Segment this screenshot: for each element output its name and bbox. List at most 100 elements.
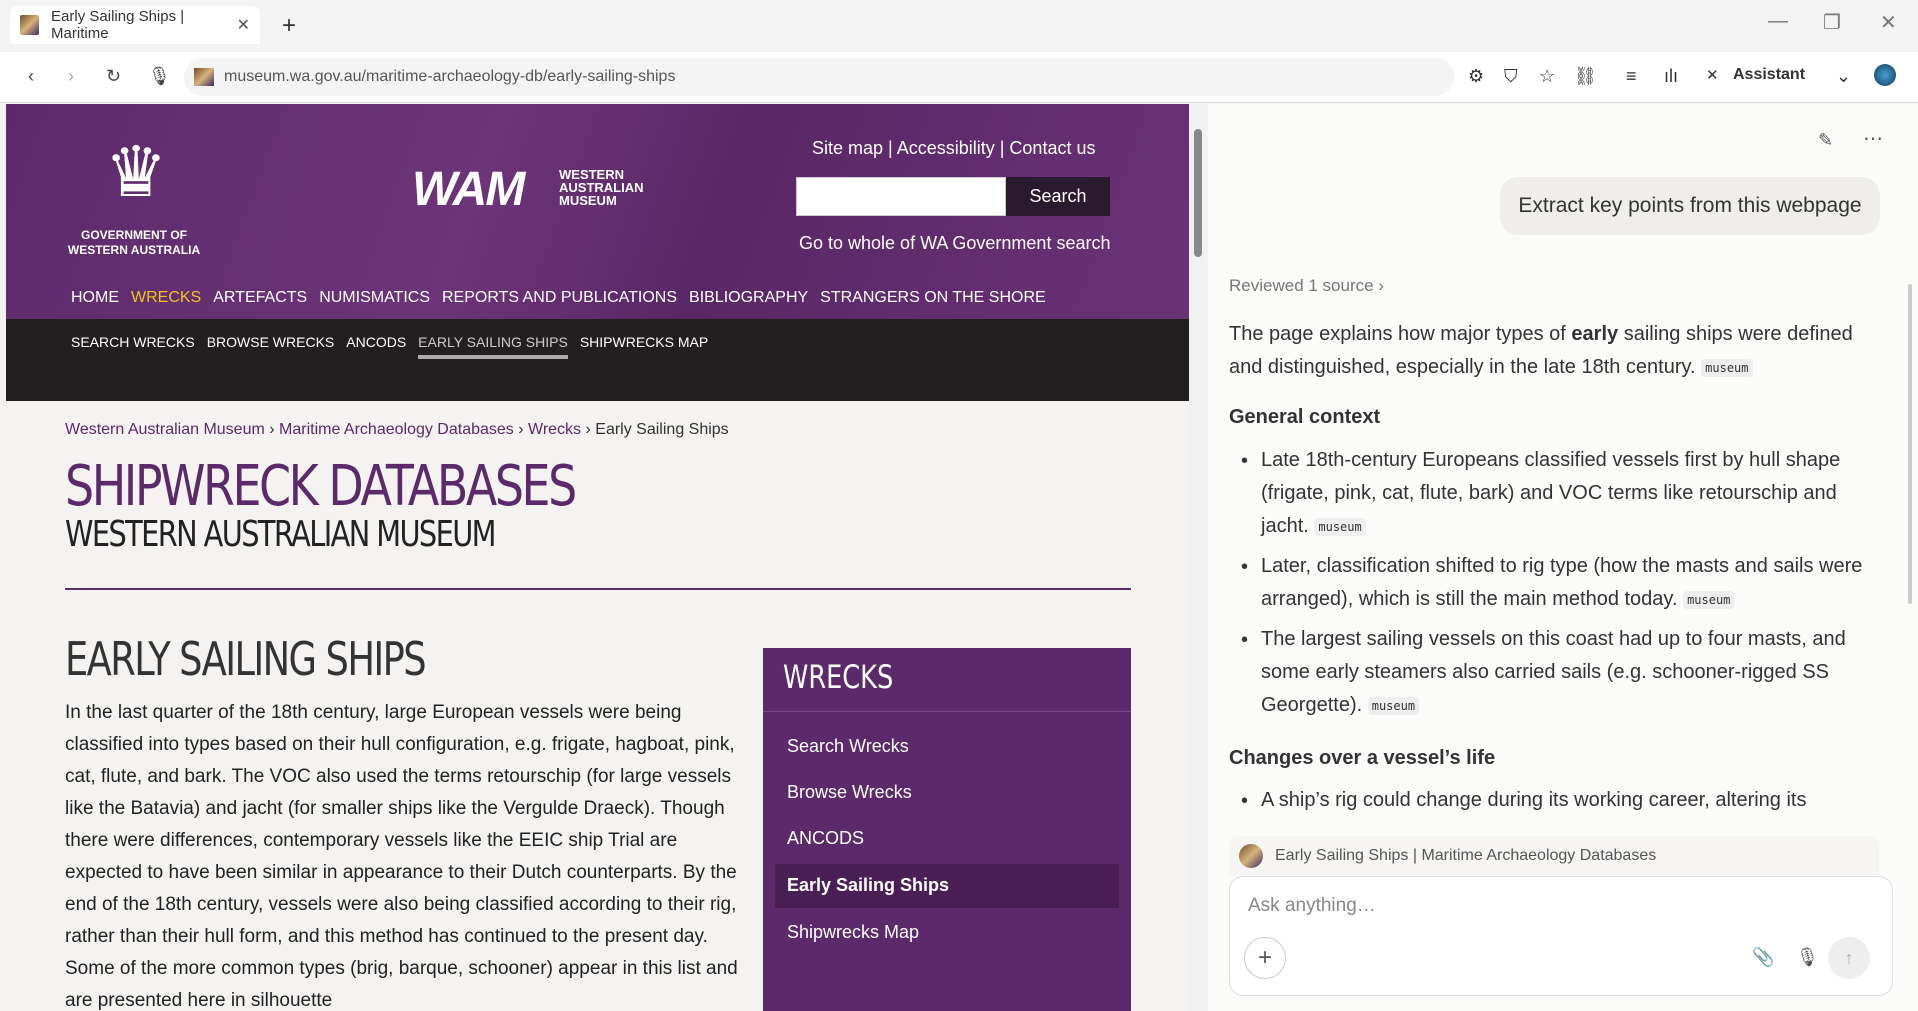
bullet-3-text: The largest sailing vessels on this coas… — [1261, 628, 1846, 716]
breadcrumb-sep: › — [513, 421, 529, 438]
bullet-4: A ship’s rig could change during its wor… — [1261, 789, 1807, 811]
section-changes: Changes over a vessel’s life — [1229, 747, 1496, 769]
citation-pill[interactable]: museum — [1367, 696, 1420, 715]
page-scrollbar[interactable] — [1189, 104, 1207, 1011]
bullet-2-text: Later, classification shifted to rig typ… — [1261, 555, 1863, 610]
sidebar-item-browse-wrecks[interactable]: Browse Wrecks — [787, 782, 912, 803]
bullet-dot: • — [1241, 629, 1249, 651]
site-search-button[interactable]: Search — [1006, 177, 1110, 216]
intro-paragraph: In the last quarter of the 18th century,… — [65, 702, 738, 1011]
sidebar-item-early-sailing-ships[interactable]: Early Sailing Ships — [787, 875, 949, 896]
active-tab[interactable]: Early Sailing Ships | Maritime ✕ — [10, 6, 260, 44]
chevron-down-icon[interactable]: ⌄ — [1836, 66, 1851, 87]
forward-icon[interactable]: › — [68, 66, 74, 87]
government-label: GOVERNMENT OF WESTERN AUSTRALIA — [67, 228, 201, 257]
nav-strangers[interactable]: STRANGERS ON THE SHORE — [820, 289, 1046, 307]
bullet-dot: • — [1241, 790, 1249, 812]
audio-wave-icon[interactable]: ılı — [1664, 66, 1678, 87]
gov-search-link[interactable]: Go to whole of WA Government search — [799, 233, 1110, 254]
scrollbar-thumb[interactable] — [1194, 129, 1202, 257]
utility-links[interactable]: Site map | Accessibility | Contact us — [812, 138, 1095, 159]
bullet-dot: • — [1241, 556, 1249, 578]
subnav-shipwrecks-map[interactable]: SHIPWRECKS MAP — [580, 334, 708, 359]
add-attachment-icon[interactable]: + — [1244, 937, 1286, 979]
webpage: ♛ GOVERNMENT OF WESTERN AUSTRALIA WAM WE… — [6, 104, 1189, 1011]
restore-icon[interactable]: ❐ — [1823, 10, 1841, 35]
more-options-icon[interactable]: ⋯ — [1863, 126, 1883, 151]
send-arrow-icon[interactable]: ↑ — [1828, 937, 1870, 979]
breadcrumb-wrecks[interactable]: Wrecks — [528, 421, 581, 438]
nav-numismatics[interactable]: NUMISMATICS — [319, 289, 430, 307]
subnav-early-sailing-ships[interactable]: EARLY SAILING SHIPS — [418, 334, 568, 359]
main-nav: HOME WRECKS ARTEFACTS NUMISMATICS REPORT… — [71, 289, 1058, 307]
site-favicon-icon — [20, 15, 40, 35]
breadcrumb: Western Australian Museum › Maritime Arc… — [65, 421, 729, 439]
site-header: ♛ GOVERNMENT OF WESTERN AUSTRALIA WAM WE… — [6, 104, 1189, 319]
citation-pill[interactable]: museum — [1683, 590, 1735, 609]
sub-nav: SEARCH WRECKS BROWSE WRECKS ANCODS EARLY… — [6, 319, 1189, 401]
answer-intro: The page explains how major types of ear… — [1229, 318, 1879, 384]
sidebar-divider — [763, 711, 1131, 712]
paperclip-icon[interactable]: 📎 — [1752, 947, 1774, 968]
user-message: Extract key points from this webpage — [1500, 177, 1880, 235]
reload-icon[interactable]: ↻ — [106, 66, 121, 87]
source-context-chip[interactable]: Early Sailing Ships | Maritime Archaeolo… — [1229, 836, 1879, 876]
mic-icon[interactable]: 🎙 — [1796, 947, 1819, 968]
address-bar-row: ‹ › ↻ 🎙 museum.wa.gov.au/maritime-archae… — [0, 52, 1918, 103]
mic-icon[interactable]: 🎙 — [148, 66, 171, 87]
profile-avatar-icon[interactable] — [1874, 64, 1896, 86]
subnav-search-wrecks[interactable]: SEARCH WRECKS — [71, 334, 195, 359]
sliders-icon[interactable]: ⚙ — [1468, 66, 1484, 87]
assistant-label[interactable]: Assistant — [1733, 66, 1805, 84]
minimize-icon[interactable]: — — [1768, 10, 1788, 33]
page-title: SHIPWRECK DATABASES — [65, 454, 577, 519]
bullet-3: The largest sailing vessels on this coas… — [1261, 623, 1871, 722]
tab-title: Early Sailing Ships | Maritime — [51, 8, 185, 42]
bullet-2: Later, classification shifted to rig typ… — [1261, 550, 1871, 616]
page-subtitle: WESTERN AUSTRALIAN MUSEUM — [65, 514, 497, 555]
panel-scrollbar[interactable] — [1908, 284, 1912, 604]
reviewed-label: Reviewed 1 source — [1229, 276, 1374, 295]
sidebar-item-search-wrecks[interactable]: Search Wrecks — [787, 736, 909, 757]
nav-wrecks[interactable]: WRECKS — [131, 289, 201, 307]
intro-bold: early — [1571, 323, 1619, 345]
citation-pill[interactable]: museum — [1314, 517, 1366, 536]
wam-logo-subtitle: WESTERN AUSTRALIAN MUSEUM — [559, 167, 644, 208]
breadcrumb-databases[interactable]: Maritime Archaeology Databases — [279, 421, 514, 438]
nav-bibliography[interactable]: BIBLIOGRAPHY — [689, 289, 808, 307]
breadcrumb-sep: › — [264, 421, 280, 438]
address-bar[interactable]: museum.wa.gov.au/maritime-archaeology-db… — [184, 58, 1454, 96]
wam-logo[interactable]: WAM — [412, 162, 525, 217]
assistant-panel: ✎ ⋯ Extract key points from this webpage… — [1208, 104, 1918, 1011]
nav-home[interactable]: HOME — [71, 289, 119, 307]
government-crest-icon[interactable]: ♛ — [76, 122, 196, 222]
nav-reports[interactable]: REPORTS AND PUBLICATIONS — [442, 289, 677, 307]
chat-input[interactable]: Ask anything… — [1248, 895, 1376, 917]
breadcrumb-museum[interactable]: Western Australian Museum — [65, 421, 265, 438]
subnav-ancods[interactable]: ANCODS — [346, 334, 406, 359]
site-search-input[interactable] — [796, 177, 1006, 216]
reviewed-sources-link[interactable]: Reviewed 1 source › — [1229, 276, 1384, 296]
shield-icon[interactable]: ⛉ — [1504, 66, 1518, 87]
citation-pill[interactable]: museum — [1701, 358, 1753, 377]
sidebar-item-shipwrecks-map[interactable]: Shipwrecks Map — [787, 922, 919, 943]
chat-input-box[interactable]: Ask anything… + 📎 🎙 ↑ — [1229, 876, 1893, 996]
site-favicon-icon — [194, 68, 214, 86]
close-tab-icon[interactable]: ✕ — [237, 15, 250, 35]
intro-text-a: The page explains how major types of — [1229, 323, 1566, 345]
sidebar-item-ancods[interactable]: ANCODS — [787, 828, 864, 849]
subnav-browse-wrecks[interactable]: BROWSE WRECKS — [207, 334, 335, 359]
section-heading: EARLY SAILING SHIPS — [65, 632, 427, 686]
bullet-dot: • — [1241, 450, 1249, 472]
bullet-1: Late 18th-century Europeans classified v… — [1261, 444, 1871, 543]
menu-lines-icon[interactable]: ≡ — [1626, 66, 1637, 87]
wrecks-sidebar: WRECKS Search Wrecks Browse Wrecks ANCOD… — [763, 648, 1131, 1011]
edit-icon[interactable]: ✎ — [1818, 130, 1833, 151]
link-icon[interactable]: ⛓ — [1574, 66, 1597, 87]
new-tab-icon[interactable]: + — [282, 12, 296, 40]
back-icon[interactable]: ‹ — [28, 66, 34, 87]
close-window-icon[interactable]: ✕ — [1880, 10, 1897, 35]
close-assistant-icon[interactable]: ✕ — [1706, 66, 1719, 84]
star-icon[interactable]: ☆ — [1539, 66, 1555, 87]
nav-artefacts[interactable]: ARTEFACTS — [213, 289, 307, 307]
